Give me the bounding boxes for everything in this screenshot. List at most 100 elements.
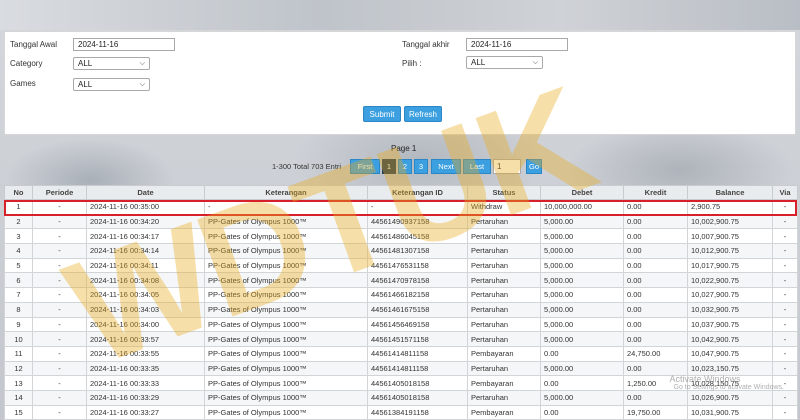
activate-windows-notice: Activate Windows Go to Settings to activ…: [670, 374, 785, 391]
row-periode: -: [32, 301, 87, 318]
row-date: 2024-11-16 00:33:55: [86, 345, 205, 362]
row-kredit: 0.00: [623, 243, 688, 259]
row-keterangan: PP-Gates of Olympus 1000™: [204, 404, 368, 420]
row-keterangan-id[interactable]: 44561405018158: [367, 375, 468, 391]
row-keterangan-id[interactable]: 44561481307158: [367, 243, 468, 259]
column-header: Keterangan: [204, 185, 368, 200]
column-header: Status: [467, 185, 541, 200]
row-no: 4: [4, 243, 33, 259]
row-via: -: [772, 389, 798, 406]
chevron-down-icon: ⌵: [532, 59, 538, 66]
row-keterangan: PP-Gates of Olympus 1000™: [204, 213, 368, 230]
row-balance: 10,026,900.75: [687, 389, 773, 406]
row-periode: -: [32, 213, 87, 230]
page-button-2[interactable]: 2: [398, 159, 412, 174]
row-keterangan: PP-Gates of Olympus 1000™: [204, 375, 368, 391]
category-select-value: ALL: [78, 59, 93, 68]
next-page-button[interactable]: Next: [431, 159, 461, 174]
row-periode: -: [32, 404, 87, 420]
row-keterangan-id[interactable]: 44561461675158: [367, 301, 468, 318]
row-date: 2024-11-16 00:34:08: [86, 272, 205, 289]
row-balance: 10,007,900.75: [687, 228, 773, 245]
row-balance: 10,047,900.75: [687, 345, 773, 362]
row-keterangan-id[interactable]: 44561486045158: [367, 228, 468, 245]
column-header: Debet: [540, 185, 624, 200]
go-button[interactable]: Go: [526, 159, 542, 174]
tanggal-awal-input[interactable]: [73, 38, 175, 51]
tanggal-akhir-input[interactable]: [466, 38, 568, 51]
row-status: Pertaruhan: [467, 331, 541, 347]
row-keterangan: PP-Gates of Olympus 1000™: [204, 287, 368, 303]
row-keterangan: -: [204, 199, 368, 215]
table-row: 3-2024-11-16 00:34:17 PP-Gates of Olympus…: [4, 228, 798, 245]
row-keterangan: PP-Gates of Olympus 1000™: [204, 228, 368, 245]
page-button-3[interactable]: 3: [414, 159, 428, 174]
row-no: 9: [4, 316, 33, 333]
tanggal-awal-label: Tanggal Awal: [10, 40, 57, 49]
row-balance: 2,900.75: [687, 199, 773, 215]
row-no: 6: [4, 272, 33, 289]
row-keterangan-id[interactable]: 44561405018158: [367, 389, 468, 406]
row-keterangan-id[interactable]: 44561466182158: [367, 287, 468, 303]
row-date: 2024-11-16 00:34:00: [86, 316, 205, 333]
row-keterangan-id[interactable]: 44561451571158: [367, 331, 468, 347]
row-keterangan-id[interactable]: 44561456469158: [367, 316, 468, 333]
column-header: Balance: [687, 185, 773, 200]
row-debet: 5,000.00: [540, 389, 624, 406]
row-no: 10: [4, 331, 33, 347]
row-kredit: 19,750.00: [623, 404, 688, 420]
row-keterangan-id[interactable]: 44561470978158: [367, 272, 468, 289]
row-status: Pembayaran: [467, 375, 541, 391]
row-status: Pertaruhan: [467, 360, 541, 377]
row-debet: 0.00: [540, 345, 624, 362]
row-no: 2: [4, 213, 33, 230]
row-periode: -: [32, 316, 87, 333]
row-kredit: 0.00: [623, 228, 688, 245]
row-date: 2024-11-16 00:33:27: [86, 404, 205, 420]
row-no: 15: [4, 404, 33, 420]
row-date: 2024-11-16 00:35:00: [86, 199, 205, 215]
category-select[interactable]: ALL ⌵: [73, 57, 150, 70]
row-keterangan: PP-Gates of Olympus 1000™: [204, 331, 368, 347]
row-status: Withdraw: [467, 199, 541, 215]
row-kredit: 0.00: [623, 287, 688, 303]
games-select[interactable]: ALL ⌵: [73, 78, 150, 91]
row-kredit: 0.00: [623, 199, 688, 215]
row-keterangan-id[interactable]: 44561414811158: [367, 360, 468, 377]
row-via: -: [772, 228, 798, 245]
column-header: No: [4, 185, 33, 200]
tanggal-akhir-label: Tanggal akhir: [402, 40, 450, 49]
row-keterangan-id[interactable]: 44561414811158: [367, 345, 468, 362]
chevron-down-icon: ⌵: [139, 60, 145, 67]
row-status: Pembayaran: [467, 345, 541, 362]
last-page-button[interactable]: Last: [463, 159, 491, 174]
row-debet: 5,000.00: [540, 228, 624, 245]
row-balance: 10,017,900.75: [687, 257, 773, 274]
refresh-button[interactable]: Refresh: [404, 106, 442, 122]
first-page-button[interactable]: First: [350, 159, 380, 174]
table-row: 2-2024-11-16 00:34:20 PP-Gates of Olympus…: [4, 213, 798, 230]
page-number-input[interactable]: 1: [493, 159, 521, 174]
row-status: Pertaruhan: [467, 287, 541, 303]
row-keterangan-id[interactable]: 44561476531158: [367, 257, 468, 274]
row-keterangan-id[interactable]: 44561384191158: [367, 404, 468, 420]
row-debet: 0.00: [540, 375, 624, 391]
row-kredit: 0.00: [623, 213, 688, 230]
row-keterangan-id[interactable]: 44561490937158: [367, 213, 468, 230]
table-row: 7-2024-11-16 00:34:05 PP-Gates of Olympus…: [4, 287, 798, 303]
submit-button[interactable]: Submit: [363, 106, 401, 122]
row-keterangan: PP-Gates of Olympus 1000™: [204, 316, 368, 333]
row-status: Pertaruhan: [467, 272, 541, 289]
row-via: -: [772, 287, 798, 303]
row-periode: -: [32, 257, 87, 274]
row-date: 2024-11-16 00:33:33: [86, 375, 205, 391]
table-row: 8-2024-11-16 00:34:03 PP-Gates of Olympus…: [4, 301, 798, 318]
page-button-1[interactable]: 1: [382, 159, 396, 174]
row-via: -: [772, 404, 798, 420]
column-header: Periode: [32, 185, 87, 200]
table-row: 4-2024-11-16 00:34:14 PP-Gates of Olympus…: [4, 243, 798, 259]
row-balance: 10,032,900.75: [687, 301, 773, 318]
pilih-select[interactable]: ALL ⌵: [466, 56, 543, 69]
row-no: 8: [4, 301, 33, 318]
table-row: 10-2024-11-16 00:33:57 PP-Gates of Olympu…: [4, 331, 798, 347]
